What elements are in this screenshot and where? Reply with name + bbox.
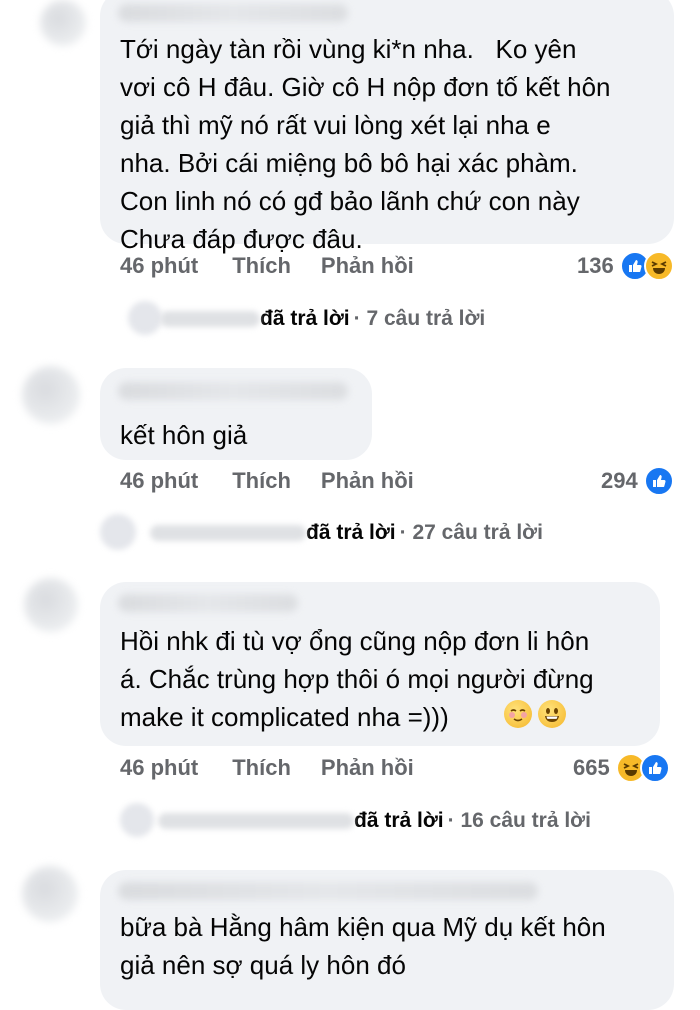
like-icon — [639, 753, 670, 783]
replied-label: đã trả lời — [306, 521, 396, 544]
comment-actions: 46 phút Thích Phản hồi — [120, 466, 414, 496]
reply-count: · 27 câu trả lời — [399, 521, 543, 544]
comment-actions: 46 phút Thích Phản hồi — [120, 251, 414, 281]
comment-time[interactable]: 46 phút — [120, 468, 198, 494]
comment-text: Tới ngày tàn rồi vùng ki*n nha. Ko yên v… — [120, 34, 611, 254]
replies-summary[interactable]: đã trả lời · 7 câu trả lời — [160, 304, 485, 334]
commenter-name-blurred[interactable] — [118, 4, 348, 22]
replier-names-blurred — [158, 813, 354, 829]
commenter-name-blurred[interactable] — [118, 594, 298, 612]
comment-time[interactable]: 46 phút — [120, 253, 198, 279]
reply-avatar — [120, 803, 154, 837]
smiling-face-icon — [538, 700, 566, 728]
comment-bubble: Hồi nhk đi tù vợ ổng cũng nộp đơn li hôn… — [100, 582, 660, 746]
commenter-avatar[interactable] — [40, 0, 86, 46]
reply-count: · 7 câu trả lời — [353, 307, 486, 330]
comment-text: kết hôn giả — [120, 420, 248, 450]
commenter-avatar[interactable] — [22, 366, 80, 424]
comment-bubble: kết hôn giả — [100, 368, 372, 460]
reaction-summary[interactable]: 665 — [573, 753, 670, 783]
replies-summary[interactable]: đã trả lời · 27 câu trả lời — [150, 518, 543, 548]
like-icon — [643, 466, 674, 496]
comment-text: bữa bà Hằng hâm kiện qua Mỹ dụ kết hôn g… — [120, 912, 606, 980]
like-button[interactable]: Thích — [232, 755, 291, 781]
like-button[interactable]: Thích — [232, 253, 291, 279]
reply-avatar — [100, 514, 136, 550]
reaction-summary[interactable]: 294 — [601, 466, 674, 496]
comment-text-wrap: Hồi nhk đi tù vợ ổng cũng nộp đơn li hôn… — [120, 622, 650, 736]
commenter-name-blurred[interactable] — [118, 882, 538, 900]
replier-names-blurred — [160, 311, 260, 327]
replies-summary[interactable]: đã trả lời · 16 câu trả lời — [158, 806, 591, 836]
reaction-count: 665 — [573, 755, 610, 780]
reply-avatar — [128, 301, 162, 335]
reply-button[interactable]: Phản hồi — [321, 755, 414, 781]
relieved-face-icon — [504, 700, 532, 728]
replied-label: đã trả lời — [260, 307, 350, 330]
comment-time[interactable]: 46 phút — [120, 755, 198, 781]
commenter-avatar[interactable] — [24, 578, 78, 632]
replier-names-blurred — [150, 525, 306, 541]
commenter-avatar[interactable] — [22, 866, 78, 922]
reply-count: · 16 câu trả lời — [447, 809, 591, 832]
comment-bubble: bữa bà Hằng hâm kiện qua Mỹ dụ kết hôn g… — [100, 870, 674, 1010]
reaction-count: 294 — [601, 468, 638, 493]
reply-button[interactable]: Phản hồi — [321, 468, 414, 494]
like-button[interactable]: Thích — [232, 468, 291, 494]
comment-bubble: Tới ngày tàn rồi vùng ki*n nha. Ko yên v… — [100, 0, 674, 254]
haha-icon — [643, 251, 674, 281]
reply-button[interactable]: Phản hồi — [321, 253, 414, 279]
replied-label: đã trả lời — [354, 809, 444, 832]
reaction-count: 136 — [577, 253, 614, 278]
commenter-name-blurred[interactable] — [118, 382, 348, 400]
reaction-summary[interactable]: 136 — [577, 251, 674, 281]
comment-emojis — [504, 700, 566, 728]
comment-actions: 46 phút Thích Phản hồi — [120, 753, 414, 783]
